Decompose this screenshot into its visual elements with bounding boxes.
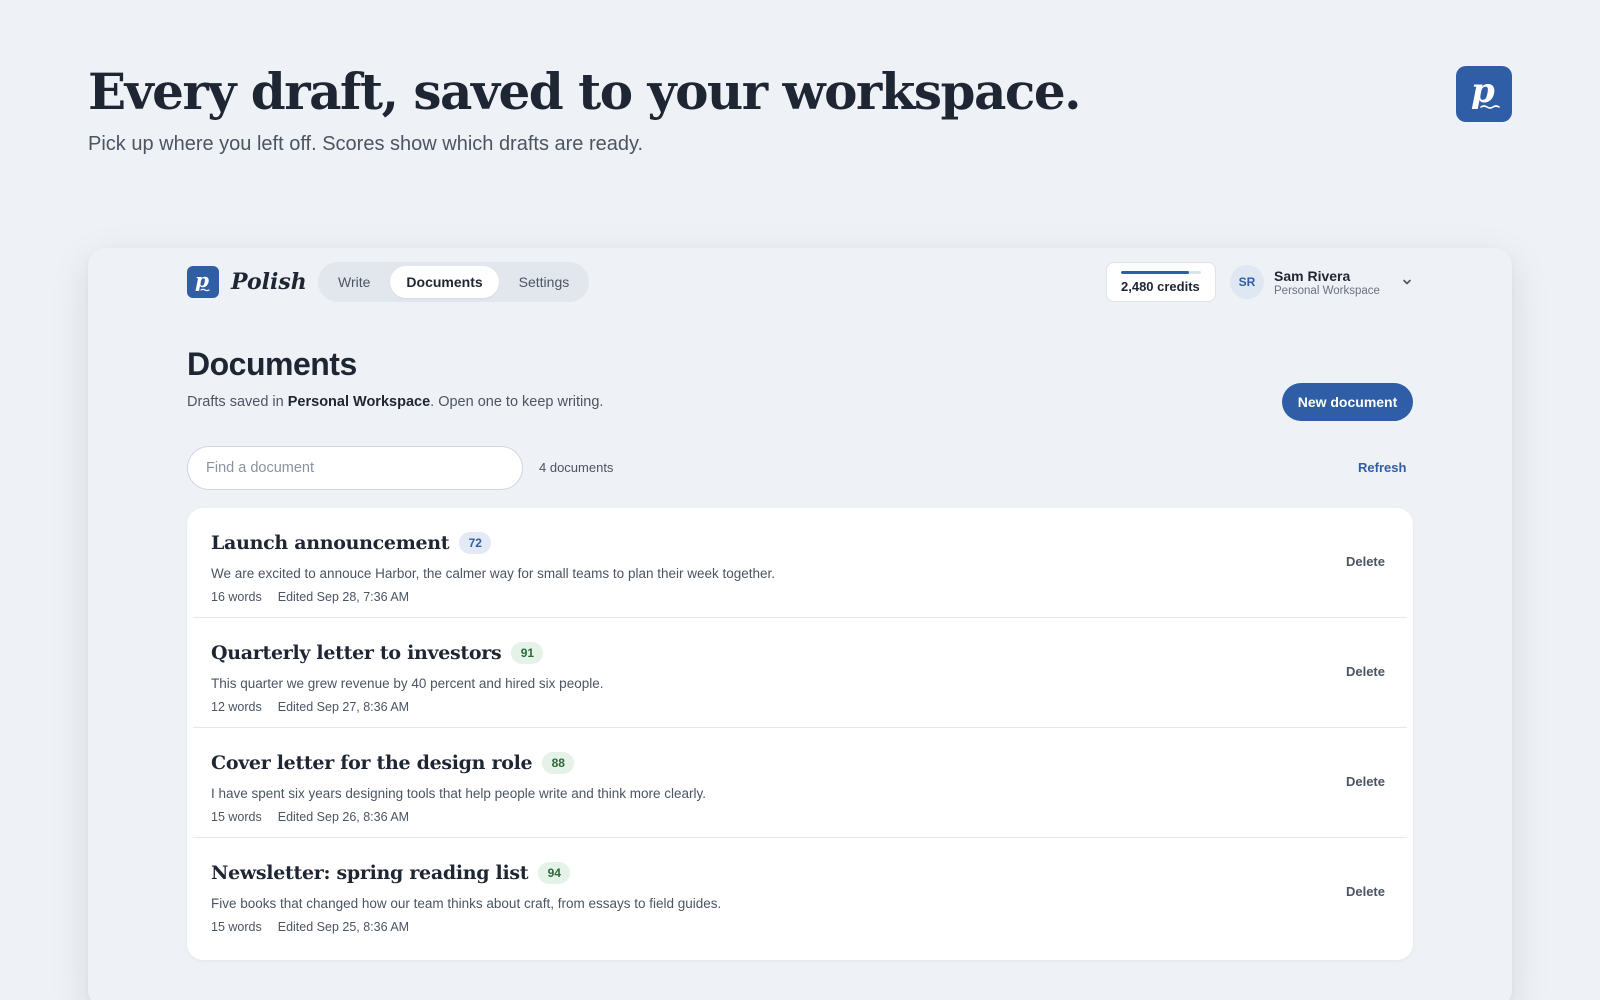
edited-timestamp: Edited Sep 26, 8:36 AM [277, 810, 410, 824]
new-document-button[interactable]: New document [1282, 383, 1413, 421]
page-subtitle-prefix: Drafts saved in [187, 394, 288, 410]
document-title[interactable]: Newsletter: spring reading list [211, 862, 529, 884]
document-title[interactable]: Cover letter for the design role [211, 752, 533, 774]
page-subtitle-suffix: . Open one to keep writing. [430, 394, 604, 410]
document-title[interactable]: Quarterly letter to investors [211, 642, 502, 664]
delete-button[interactable]: Delete [1346, 774, 1385, 789]
score-badge: 88 [542, 752, 575, 774]
document-row[interactable]: Launch announcement 72 We are excited to… [193, 508, 1407, 618]
avatar: SR [1230, 265, 1264, 299]
document-excerpt: Five books that changed how our team thi… [211, 896, 722, 911]
word-count: 15 words [211, 920, 262, 934]
score-badge: 91 [511, 642, 544, 664]
search-input[interactable] [187, 446, 523, 490]
polish-logo-icon: p [1456, 66, 1512, 122]
refresh-button[interactable]: Refresh [1358, 460, 1406, 475]
document-meta: 15 words Edited Sep 26, 8:36 AM [211, 810, 409, 824]
delete-button[interactable]: Delete [1346, 884, 1385, 899]
tab-settings[interactable]: Settings [503, 266, 586, 298]
word-count: 15 words [211, 810, 262, 824]
document-list: Launch announcement 72 We are excited to… [187, 508, 1413, 960]
edited-timestamp: Edited Sep 27, 8:36 AM [277, 700, 410, 714]
user-workspace: Personal Workspace [1274, 284, 1380, 297]
document-row-head: Cover letter for the design role 88 [211, 752, 575, 774]
tab-documents[interactable]: Documents [390, 266, 499, 298]
word-count: 12 words [211, 700, 262, 714]
delete-button[interactable]: Delete [1346, 664, 1385, 679]
document-meta: 12 words Edited Sep 27, 8:36 AM [211, 700, 409, 714]
document-title[interactable]: Launch announcement [211, 532, 450, 554]
edited-timestamp: Edited Sep 28, 7:36 AM [277, 590, 410, 604]
document-row-head: Launch announcement 72 [211, 532, 492, 554]
app-window: p Polish Write Documents Settings 2,480 … [88, 248, 1512, 1000]
document-excerpt: This quarter we grew revenue by 40 perce… [211, 676, 604, 691]
document-row-head: Quarterly letter to investors 91 [211, 642, 544, 664]
credits-label: 2,480 credits [1121, 278, 1200, 294]
logo-glyph-icon: p [1471, 74, 1500, 111]
brand-logo-icon: p [187, 266, 219, 298]
page-title: Documents [187, 346, 357, 382]
document-row[interactable]: Quarterly letter to investors 91 This qu… [193, 618, 1407, 728]
document-excerpt: We are excited to annouce Harbor, the ca… [211, 566, 776, 581]
credits-progress-fill [1121, 270, 1189, 274]
document-meta: 16 words Edited Sep 28, 7:36 AM [211, 590, 409, 604]
chevron-down-icon [1403, 279, 1411, 285]
document-count: 4 documents [539, 460, 614, 475]
hero-title: Every draft, saved to your workspace. [88, 62, 1082, 121]
edited-timestamp: Edited Sep 25, 8:36 AM [277, 920, 410, 934]
document-row[interactable]: Newsletter: spring reading list 94 Five … [193, 838, 1407, 948]
hero-subtitle: Pick up where you left off. Scores show … [88, 133, 644, 155]
document-meta: 15 words Edited Sep 25, 8:36 AM [211, 920, 409, 934]
user-name: Sam Rivera [1274, 267, 1351, 284]
page-subtitle-workspace: Personal Workspace [287, 394, 431, 410]
document-excerpt: I have spent six years designing tools t… [211, 786, 707, 801]
tab-write[interactable]: Write [322, 266, 386, 298]
score-badge: 94 [538, 862, 571, 884]
brand[interactable]: p Polish [187, 266, 307, 298]
credits-badge[interactable]: 2,480 credits [1106, 262, 1216, 302]
credits-progress-bar [1121, 270, 1201, 274]
delete-button[interactable]: Delete [1346, 554, 1385, 569]
score-badge: 72 [459, 532, 492, 554]
user-meta: Sam Rivera Personal Workspace [1274, 268, 1380, 297]
brand-name: Polish [231, 269, 307, 295]
word-count: 16 words [211, 590, 262, 604]
document-row[interactable]: Cover letter for the design role 88 I ha… [193, 728, 1407, 838]
svg-text:p: p [195, 271, 209, 292]
page-subtitle: Drafts saved in Personal Workspace. Open… [187, 394, 603, 410]
user-menu[interactable]: SR Sam Rivera Personal Workspace [1230, 262, 1414, 302]
document-row-head: Newsletter: spring reading list 94 [211, 862, 571, 884]
main-nav: Write Documents Settings [318, 262, 590, 302]
